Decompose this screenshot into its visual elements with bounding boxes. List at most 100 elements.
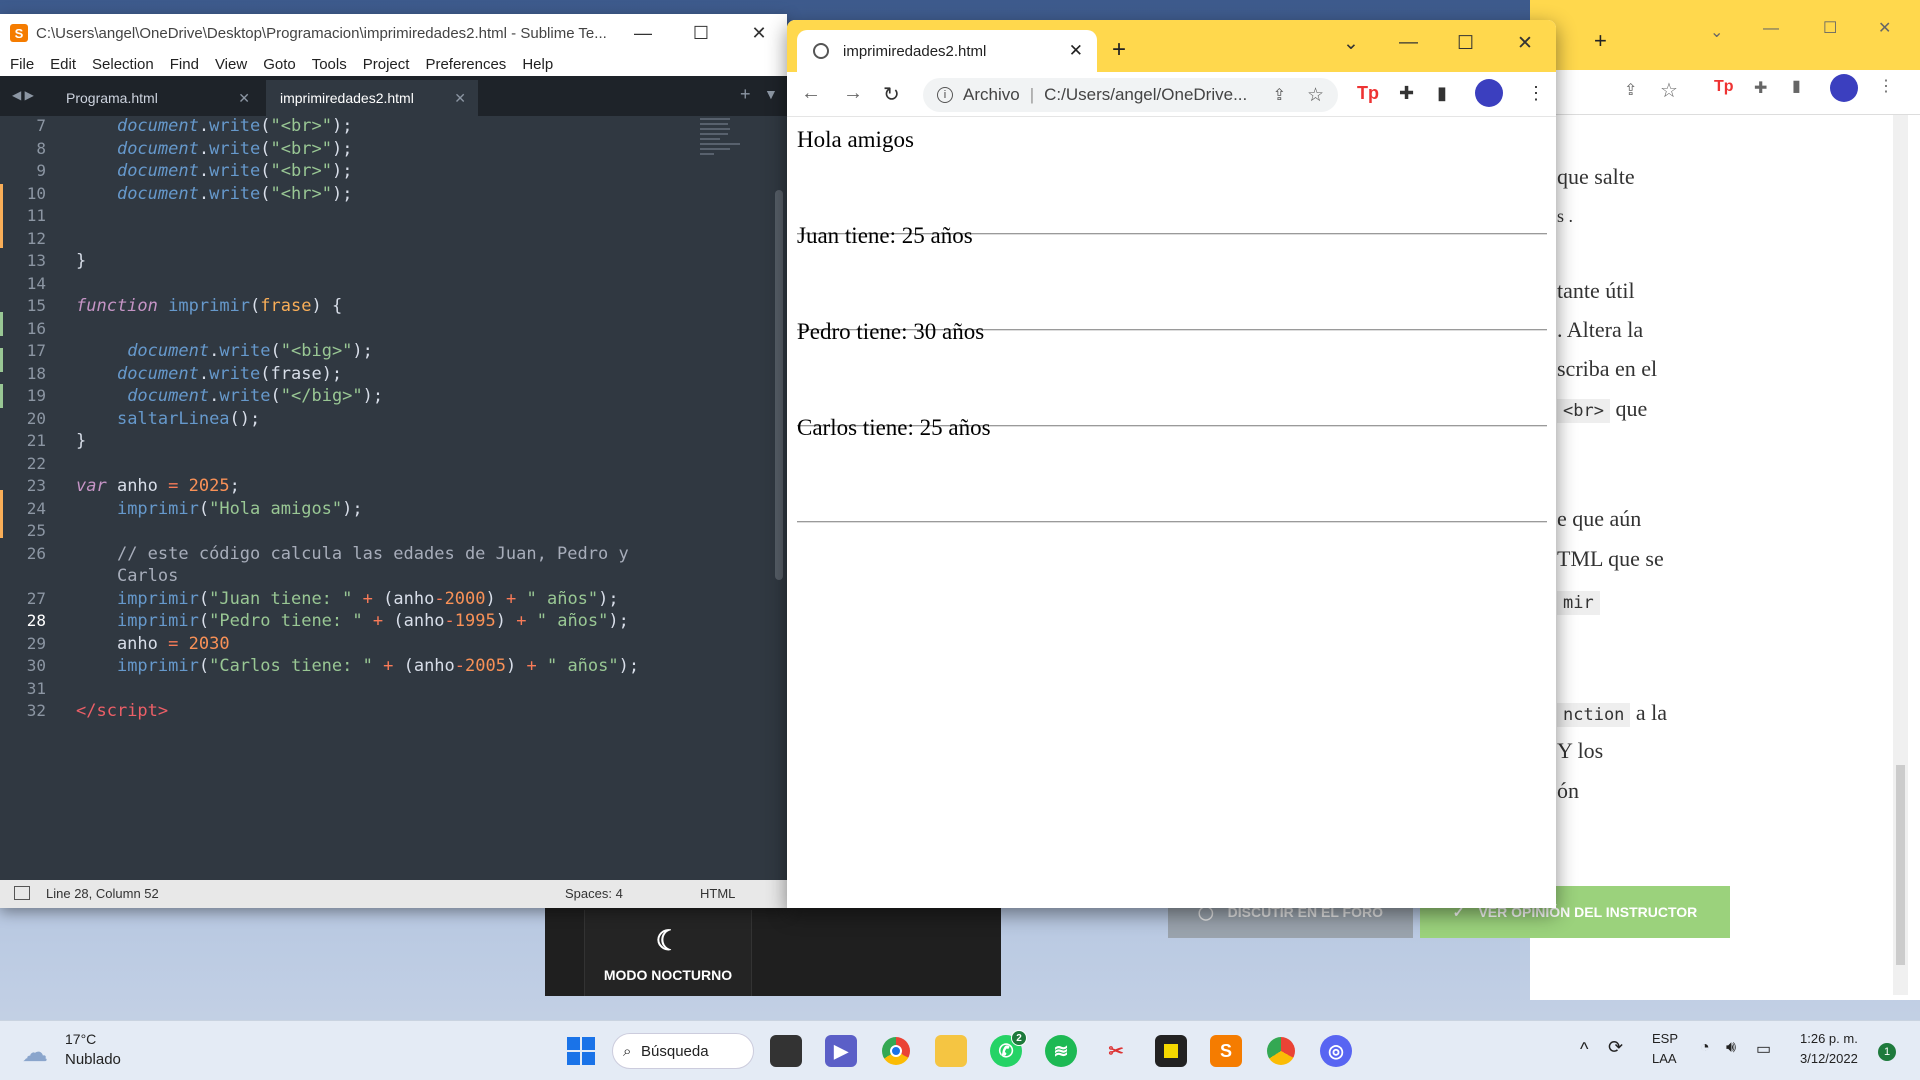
- info-icon[interactable]: i: [937, 87, 953, 103]
- puzzle-icon[interactable]: ✚: [1399, 83, 1414, 104]
- tp-extension-icon[interactable]: Tp: [1357, 83, 1379, 104]
- tab-search-icon[interactable]: ⌄: [1343, 32, 1359, 55]
- weather-temp[interactable]: 17°C: [65, 1031, 96, 1047]
- tp-extension-icon[interactable]: Tp: [1714, 78, 1734, 96]
- menu-project[interactable]: Project: [363, 56, 410, 73]
- chrome-tabstrip: imprimiredades2.html ✕ + ⌄ — ☐ ✕: [787, 20, 1556, 72]
- bookmark-star-icon[interactable]: ☆: [1307, 84, 1324, 107]
- address-bar[interactable]: i Archivo | C:/Users/angel/OneDrive... ⇪…: [923, 78, 1338, 112]
- menu-find[interactable]: Find: [170, 56, 199, 73]
- maximize-icon[interactable]: ☐: [1457, 32, 1474, 55]
- sidebar-toggle-icon[interactable]: [14, 886, 30, 900]
- new-tab-icon[interactable]: +: [1112, 36, 1126, 64]
- cursor-position[interactable]: Line 28, Column 52: [46, 886, 159, 901]
- night-mode-button[interactable]: ☾ MODO NOCTURNO: [584, 910, 752, 996]
- chevron-down-icon[interactable]: ⌄: [1710, 22, 1723, 42]
- maximize-icon[interactable]: ☐: [1823, 18, 1837, 38]
- output-line: Hola amigos: [797, 127, 914, 152]
- share-icon[interactable]: ⇪: [1624, 80, 1637, 100]
- sync-icon[interactable]: ⟳: [1608, 1037, 1623, 1058]
- minimize-icon[interactable]: —: [1399, 32, 1418, 54]
- whatsapp-icon[interactable]: ✆ 2: [990, 1030, 1027, 1067]
- spotify-icon[interactable]: ≋: [1045, 1035, 1077, 1067]
- indentation-setting[interactable]: Spaces: 4: [565, 886, 623, 901]
- weather-desc[interactable]: Nublado: [65, 1051, 121, 1068]
- forward-icon[interactable]: →: [843, 82, 863, 105]
- menu-tools[interactable]: Tools: [312, 56, 347, 73]
- line-number: 24: [26, 498, 46, 518]
- language-code[interactable]: ESP: [1652, 1031, 1678, 1046]
- background-browser-tabstrip: ⌄ — ☐ ✕ +: [1530, 0, 1920, 70]
- close-tab-icon[interactable]: ✕: [1069, 41, 1083, 61]
- maximize-icon[interactable]: ☐: [672, 14, 730, 52]
- snipping-tool-icon[interactable]: ✂: [1100, 1035, 1132, 1067]
- clock-time[interactable]: 1:26 p. m.: [1800, 1031, 1858, 1046]
- minimize-icon[interactable]: —: [614, 14, 672, 52]
- sidepanel-icon[interactable]: ▮: [1792, 76, 1801, 96]
- close-tab-icon[interactable]: ✕: [238, 90, 250, 107]
- close-icon[interactable]: ✕: [1878, 18, 1891, 38]
- bg-text-line: s .: [1557, 206, 1574, 226]
- scrollbar-thumb[interactable]: [1896, 765, 1905, 965]
- tab-programa[interactable]: Programa.html ✕: [52, 80, 262, 116]
- chrome-active-icon[interactable]: [1265, 1035, 1297, 1067]
- tab-list-icon[interactable]: ▼: [764, 86, 778, 102]
- menu-edit[interactable]: Edit: [50, 56, 76, 73]
- tab-imprimiredades2[interactable]: imprimiredades2.html ✕: [266, 80, 478, 116]
- profile-avatar[interactable]: [1830, 74, 1858, 102]
- bg-text-line: mir: [1557, 588, 1600, 615]
- line-number: 21: [26, 431, 46, 450]
- menu-help[interactable]: Help: [522, 56, 553, 73]
- code-editor[interactable]: 7 8 9 10 11 12 13 14 15 16 17 18 19 20 21 22 23 24 25 26 27 2…: [0, 116, 787, 874]
- close-tab-icon[interactable]: ✕: [454, 90, 466, 107]
- new-tab-icon[interactable]: +: [1594, 28, 1607, 54]
- back-icon[interactable]: ←: [801, 82, 821, 105]
- address-text: C:/Users/angel/OneDrive...: [1044, 85, 1248, 104]
- minimap[interactable]: [700, 118, 770, 208]
- chevron-up-icon[interactable]: ^: [1580, 1039, 1588, 1060]
- menu-selection[interactable]: Selection: [92, 56, 154, 73]
- reload-icon[interactable]: ↻: [883, 82, 900, 107]
- sticky-notes-icon[interactable]: [1155, 1035, 1187, 1067]
- windows-start-icon[interactable]: [565, 1035, 597, 1067]
- background-browser-toolbar: ⇪ ☆ Tp ✚ ▮ ⋮: [1530, 70, 1920, 115]
- sublime-taskbar-icon[interactable]: S: [1210, 1035, 1242, 1067]
- editor-scrollbar[interactable]: [775, 190, 783, 580]
- keyboard-layout[interactable]: LAA: [1652, 1051, 1677, 1066]
- teams-icon[interactable]: ▶: [825, 1035, 857, 1067]
- sidepanel-icon[interactable]: ▮: [1437, 83, 1447, 104]
- wifi-icon[interactable]: ◔: [1700, 1039, 1710, 1057]
- tab-scroll-arrows-icon[interactable]: ◀ ▶: [12, 88, 34, 102]
- notification-badge[interactable]: 1: [1878, 1043, 1896, 1061]
- syntax-selector[interactable]: HTML: [700, 886, 735, 901]
- background-scrollbar[interactable]: [1893, 115, 1908, 995]
- minimize-icon[interactable]: —: [1763, 20, 1779, 38]
- menu-dots-icon[interactable]: ⋮: [1878, 76, 1894, 96]
- battery-icon[interactable]: ▭: [1756, 1039, 1771, 1059]
- new-tab-icon[interactable]: +: [740, 84, 751, 105]
- sublime-logo-icon: S: [10, 24, 28, 42]
- close-icon[interactable]: ✕: [1517, 32, 1533, 55]
- modified-marker: [0, 348, 3, 372]
- menu-view[interactable]: View: [215, 56, 247, 73]
- output-line: Pedro tiene: 30 años: [797, 319, 985, 344]
- menu-dots-icon[interactable]: ⋮: [1527, 83, 1545, 104]
- puzzle-icon[interactable]: ✚: [1754, 78, 1767, 98]
- profile-avatar[interactable]: [1475, 79, 1503, 107]
- discord-icon[interactable]: ◎: [1320, 1035, 1352, 1067]
- clock-date[interactable]: 3/12/2022: [1800, 1051, 1858, 1066]
- task-view-icon[interactable]: [770, 1035, 802, 1067]
- menu-preferences[interactable]: Preferences: [425, 56, 506, 73]
- share-icon[interactable]: ⇪: [1273, 85, 1286, 105]
- line-number: 31: [26, 678, 46, 698]
- chrome-tab-active[interactable]: imprimiredades2.html ✕: [797, 30, 1097, 72]
- tab-title: imprimiredades2.html: [843, 42, 987, 60]
- menu-file[interactable]: File: [10, 56, 34, 73]
- close-icon[interactable]: ✕: [730, 14, 788, 52]
- file-explorer-icon[interactable]: [935, 1035, 967, 1067]
- taskbar-search[interactable]: ⌕ Búsqueda: [612, 1033, 754, 1069]
- volume-icon[interactable]: 🔊︎: [1726, 1039, 1736, 1057]
- menu-goto[interactable]: Goto: [263, 56, 296, 73]
- star-icon[interactable]: ☆: [1660, 78, 1678, 103]
- chrome-icon[interactable]: [880, 1035, 912, 1067]
